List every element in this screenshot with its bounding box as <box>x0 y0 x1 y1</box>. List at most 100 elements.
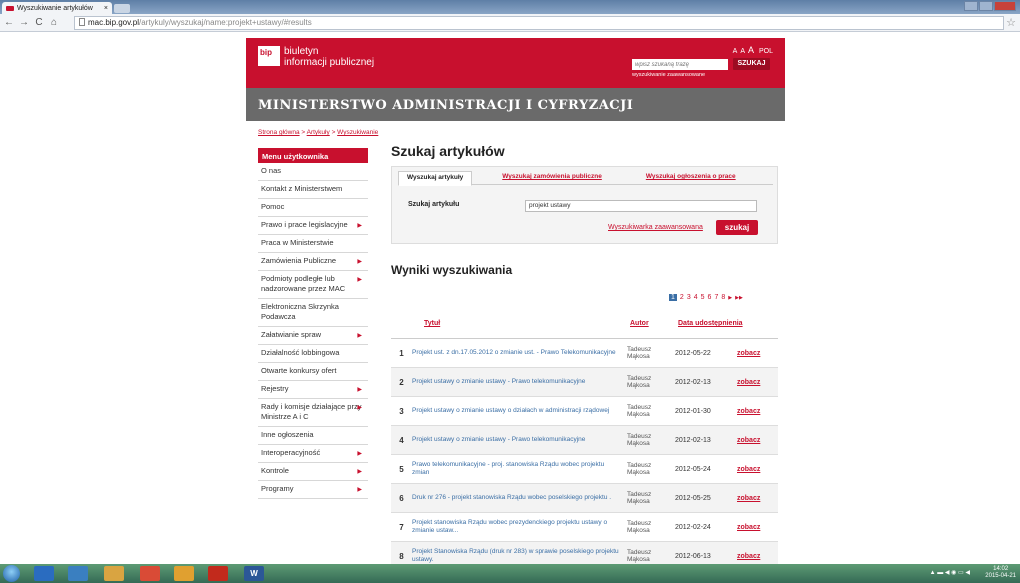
view-link[interactable]: zobacz <box>737 524 760 531</box>
sidebar-item-ogloszenia[interactable]: Inne ogłoszenia <box>258 427 368 445</box>
clock[interactable]: 14:02 2015-04-21 <box>985 566 1016 580</box>
media-player-icon[interactable] <box>68 566 88 581</box>
row-number: 8 <box>399 551 404 561</box>
column-author[interactable]: Autor <box>630 318 678 338</box>
advanced-search-link[interactable]: Wyszukiwarka zaawansowana <box>608 224 703 231</box>
page-link[interactable]: 7 <box>714 294 718 301</box>
view-link[interactable]: zobacz <box>737 408 760 415</box>
language-link[interactable]: POL <box>759 48 773 55</box>
new-tab-button[interactable] <box>114 4 130 13</box>
article-search-input[interactable]: projekt ustawy <box>525 200 757 212</box>
result-title-link[interactable]: Projekt ustawy o zmianie ustawy - Prawo … <box>412 436 627 444</box>
browser-tab[interactable]: Wyszukiwanie artykułów × <box>2 2 112 14</box>
internet-explorer-icon[interactable] <box>34 566 54 581</box>
result-title-link[interactable]: Projekt ustawy o zmianie ustawy - Prawo … <box>412 378 627 386</box>
result-title-link[interactable]: Projekt stanowiska Rządu wobec prezydenc… <box>412 519 627 535</box>
column-title[interactable]: Tytuł <box>424 318 630 338</box>
file-explorer-icon[interactable] <box>104 566 124 581</box>
sidebar-item-zamowienia[interactable]: Zamówienia Publiczne ▶ <box>258 253 368 271</box>
view-link[interactable]: zobacz <box>737 553 760 560</box>
breadcrumb-search[interactable]: Wyszukiwanie <box>337 129 378 136</box>
forward-button[interactable]: → <box>18 17 30 28</box>
sidebar-item-rejestry[interactable]: Rejestry ▶ <box>258 381 368 399</box>
reload-button[interactable]: C <box>33 17 45 28</box>
bip-logo[interactable]: bip biuletyn informacji publicznej <box>258 46 374 68</box>
view-link[interactable]: zobacz <box>737 466 760 473</box>
column-date[interactable]: Data udostępnienia <box>678 318 748 338</box>
page-link[interactable]: 8 <box>721 294 725 301</box>
sidebar-item-podmioty[interactable]: Podmioty podległe lub nadzorowane przez … <box>258 271 368 299</box>
table-row: 6 Druk nr 276 - projekt stanowiska Rządu… <box>391 484 778 513</box>
search-panel: Wyszukaj artykuły Wyszukaj zamówienia pu… <box>391 166 778 244</box>
folder-icon[interactable] <box>174 566 194 581</box>
result-title-link[interactable]: Projekt Stanowiska Rządu (druk nr 283) w… <box>412 548 627 564</box>
tab-job-offers[interactable]: Wyszukaj ogłoszenia o prace <box>638 171 744 184</box>
page-link[interactable]: 2 <box>680 294 684 301</box>
bookmark-star-icon[interactable]: ☆ <box>1006 16 1016 29</box>
view-link[interactable]: zobacz <box>737 379 760 386</box>
url-field[interactable]: mac.bip.gov.pl/artykuly/wyszukaj/name:pr… <box>74 16 1004 30</box>
tab-close-icon[interactable]: × <box>104 5 108 12</box>
page-link[interactable]: 5 <box>701 294 705 301</box>
breadcrumb-articles[interactable]: Artykuły <box>307 129 330 136</box>
tab-articles[interactable]: Wyszukaj artykuły <box>398 171 473 186</box>
sidebar-item-pomoc[interactable]: Pomoc <box>258 199 368 217</box>
chrome-icon[interactable] <box>140 566 160 581</box>
view-link[interactable]: zobacz <box>737 495 760 502</box>
sidebar-item-label: Załatwianie spraw <box>261 330 322 339</box>
system-tray-icons[interactable]: ▲ ▬ ◀ ◉ ▭ ◀ <box>930 569 970 576</box>
sidebar-item-skrzynka[interactable]: Elektroniczna Skrzynka Podawcza <box>258 299 368 327</box>
breadcrumb-home[interactable]: Strona główna <box>258 129 300 136</box>
header-search-input[interactable] <box>632 59 728 70</box>
advanced-search-link[interactable]: wyszukiwanie zaawansowane <box>632 72 705 78</box>
view-link[interactable]: zobacz <box>737 350 760 357</box>
page-link[interactable]: 6 <box>708 294 712 301</box>
sidebar-item-o-nas[interactable]: O nas <box>258 163 368 181</box>
result-date: 2012-01-30 <box>675 407 711 415</box>
result-title-link[interactable]: Projekt ust. z dn.17.05.2012 o zmianie u… <box>412 349 627 357</box>
maximize-button[interactable] <box>979 1 993 11</box>
result-title-link[interactable]: Projekt ustawy o zmianie ustawy o działa… <box>412 407 627 415</box>
next-page-icon[interactable]: ▶ <box>728 295 732 301</box>
pdf-reader-icon[interactable] <box>208 566 228 581</box>
header-search-button[interactable]: SZUKAJ <box>733 58 770 70</box>
result-title-link[interactable]: Prawo telekomunikacyjne - proj. stanowis… <box>412 461 627 477</box>
sidebar-item-zalatwianie[interactable]: Załatwianie spraw ▶ <box>258 327 368 345</box>
sidebar-item-programy[interactable]: Programy ▶ <box>258 481 368 499</box>
sidebar-item-konkursy[interactable]: Otwarte konkursy ofert <box>258 363 368 381</box>
page-link-current[interactable]: 1 <box>669 294 677 301</box>
start-button[interactable] <box>3 565 20 582</box>
page-link[interactable]: 3 <box>687 294 691 301</box>
result-title-link[interactable]: Druk nr 276 - projekt stanowiska Rządu w… <box>412 494 627 502</box>
results-heading: Wyniki wyszukiwania <box>391 263 513 277</box>
chevron-right-icon: ▶ <box>357 277 362 283</box>
ministry-title: MINISTERSTWO ADMINISTRACJI I CYFRYZACJI <box>258 98 634 113</box>
font-large-link[interactable]: A <box>748 45 754 55</box>
sidebar-item-kontakt[interactable]: Kontakt z Ministerstwem <box>258 181 368 199</box>
sidebar-item-prawo[interactable]: Prawo i prace legislacyjne ▶ <box>258 217 368 235</box>
sidebar-item-interoperacyjnosc[interactable]: Interoperacyjność ▶ <box>258 445 368 463</box>
view-link[interactable]: zobacz <box>737 437 760 444</box>
sidebar-item-rady[interactable]: Rady i komisje działające przy Ministrze… <box>258 399 368 427</box>
result-author: Tadeusz Mąkosa <box>627 375 652 389</box>
back-button[interactable]: ← <box>3 17 15 28</box>
page-link[interactable]: 4 <box>694 294 698 301</box>
page-title: Szukaj artykułów <box>391 143 505 159</box>
result-date: 2012-06-13 <box>675 552 711 560</box>
sidebar-item-kontrole[interactable]: Kontrole ▶ <box>258 463 368 481</box>
font-small-link[interactable]: A <box>733 48 738 55</box>
last-page-icon[interactable]: ▶▶ <box>735 295 743 301</box>
font-medium-link[interactable]: A <box>740 48 745 55</box>
tab-public-orders[interactable]: Wyszukaj zamówienia publiczne <box>494 171 610 184</box>
sidebar-item-praca[interactable]: Praca w Ministerstwie <box>258 235 368 253</box>
sidebar-item-label: Programy <box>261 484 294 493</box>
table-row: 1 Projekt ust. z dn.17.05.2012 o zmianie… <box>391 339 778 368</box>
word-icon[interactable]: W <box>244 566 264 581</box>
minimize-button[interactable] <box>964 1 978 11</box>
home-button[interactable]: ⌂ <box>48 17 60 28</box>
close-window-button[interactable] <box>994 1 1016 11</box>
search-submit-button[interactable]: szukaj <box>716 220 758 235</box>
sidebar-item-lobbing[interactable]: Działalność lobbingowa <box>258 345 368 363</box>
chevron-right-icon: ▶ <box>357 259 362 265</box>
row-number: 7 <box>399 522 404 532</box>
